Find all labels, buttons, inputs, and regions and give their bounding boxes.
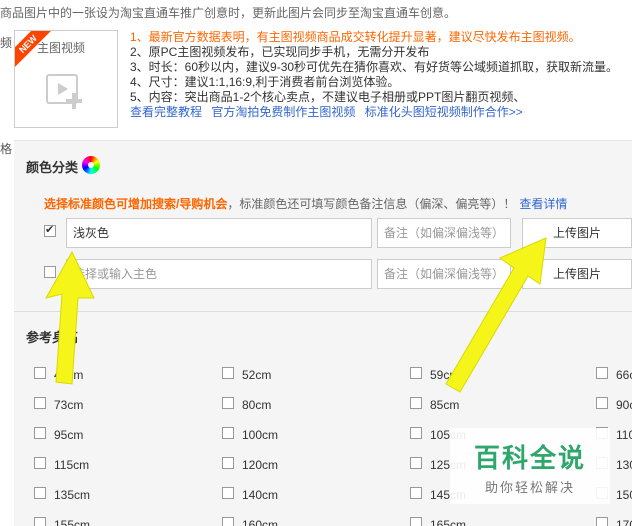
color-checkbox[interactable] <box>44 266 56 278</box>
tip-line: 2、原PC主图视频发布，已实现同步手机，无需分开发布 <box>130 45 430 59</box>
watermark-title: 百科全说 <box>473 443 586 473</box>
height-label: 85cm <box>430 398 460 412</box>
height-checkbox[interactable] <box>410 487 422 499</box>
free-video-link[interactable]: 官方淘拍免费制作主图视频 <box>211 105 355 119</box>
height-label: 165cm <box>430 518 467 526</box>
height-label: 95cm <box>54 428 84 442</box>
height-checkbox[interactable] <box>222 517 234 526</box>
color-note-input[interactable]: 备注（如偏深偏浅等） <box>377 259 511 289</box>
height-label: 115cm <box>54 458 90 472</box>
upload-image-button[interactable]: 上传图片 <box>522 259 632 289</box>
height-checkbox[interactable] <box>410 397 422 409</box>
height-checkbox[interactable] <box>34 397 46 409</box>
height-label: 150cm <box>616 488 632 502</box>
color-hint-text: ，标准颜色还可填写颜色备注信息（偏深、偏亮等）！ <box>227 197 516 211</box>
height-checkbox[interactable] <box>410 457 422 469</box>
watermark-subtitle: 助你轻松解决 <box>484 480 575 495</box>
tip-links: 查看完整教程 官方淘拍免费制作主图视频 标准化头图短视频制作合作>> <box>130 105 630 120</box>
upload-image-button[interactable]: 上传图片 <box>522 218 632 248</box>
height-checkbox[interactable] <box>596 517 608 526</box>
height-label: 160cm <box>242 518 279 526</box>
height-label: 130cm <box>616 458 632 472</box>
height-checkbox[interactable] <box>34 427 46 439</box>
height-label: 120cm <box>242 458 279 472</box>
color-checkbox[interactable] <box>44 223 56 237</box>
color-note-input[interactable]: 备注（如偏深偏浅等） <box>377 218 511 248</box>
height-label: 66cm <box>616 368 632 382</box>
height-checkbox[interactable] <box>596 397 608 409</box>
color-hint: 选择标准颜色可增加搜索/导购机会，标准颜色还可填写颜色备注信息（偏深、偏亮等）！… <box>44 195 567 212</box>
height-label: 110cm <box>616 428 632 442</box>
color-hint-highlight: 选择标准颜色可增加搜索/导购机会 <box>44 197 228 211</box>
tip-line: 5、内容：突出商品1-2个核心卖点，不建议电子相册或PPT图片翻页视频、 <box>130 90 526 104</box>
height-label: 135cm <box>54 488 91 502</box>
height-label: 170cm <box>616 518 632 526</box>
height-checkbox[interactable] <box>410 517 422 526</box>
main-video-upload[interactable]: NEW 主图视频 <box>14 30 118 128</box>
height-label: 73cm <box>54 398 84 412</box>
video-tips: 1、最新官方数据表明，有主图视频商品成交转化提升显著，建议尽快发布主图视频。 2… <box>130 30 630 120</box>
section-divider <box>14 311 632 312</box>
height-label: 48cm <box>54 368 84 382</box>
view-details-link[interactable]: 查看详情 <box>519 197 567 211</box>
standard-video-link[interactable]: 标准化头图短视频制作合作>> <box>365 105 523 119</box>
height-checkbox[interactable] <box>222 457 234 469</box>
color-input[interactable]: 浅灰色 <box>66 218 372 248</box>
height-section-title: 参考身高 <box>26 330 79 345</box>
main-video-label: 主图视频 <box>37 41 86 55</box>
height-label: 52cm <box>242 368 272 382</box>
height-checkbox[interactable] <box>222 397 234 409</box>
height-checkbox[interactable] <box>410 367 422 379</box>
color-wheel-icon <box>82 156 100 174</box>
video-add-icon <box>46 74 82 109</box>
height-label: 100cm <box>242 428 279 442</box>
full-tutorial-link[interactable]: 查看完整教程 <box>130 105 202 119</box>
height-label: 90cm <box>616 398 632 412</box>
height-checkbox[interactable] <box>222 427 234 439</box>
height-label: 80cm <box>242 398 272 412</box>
height-checkbox[interactable] <box>222 487 234 499</box>
tip-line: 3、时长：60秒以内，建议9-30秒可优先在猜你喜欢、有好货等公域频道抓取，获取… <box>130 60 619 74</box>
height-checkbox[interactable] <box>410 427 422 439</box>
height-checkbox[interactable] <box>34 367 46 379</box>
height-checkbox[interactable] <box>596 367 608 379</box>
height-label: 140cm <box>242 488 279 502</box>
color-section-title: 颜色分类 <box>26 160 79 175</box>
edge-char: 格 <box>0 142 13 156</box>
color-input[interactable]: 选择或输入主色 <box>66 259 372 289</box>
height-checkbox[interactable] <box>34 457 46 469</box>
height-checkbox[interactable] <box>34 487 46 499</box>
watermark: 百科全说 助你轻松解决 <box>450 428 610 504</box>
height-label: 59cm <box>430 368 460 382</box>
height-checkbox[interactable] <box>34 517 46 526</box>
height-label: 155cm <box>54 518 91 526</box>
height-checkbox[interactable] <box>222 367 234 379</box>
tip-line: 1、最新官方数据表明，有主图视频商品成交转化提升显著，建议尽快发布主图视频。 <box>130 30 581 44</box>
top-note: 商品图片中的一张设为淘宝直通车推广创意时，更新此图片会同步至淘宝直通车创意。 <box>0 6 457 20</box>
tip-line: 4、尺寸：建议1:1,16:9,利于消费者前台浏览体验。 <box>130 75 400 89</box>
edge-char: 频 <box>0 36 13 50</box>
